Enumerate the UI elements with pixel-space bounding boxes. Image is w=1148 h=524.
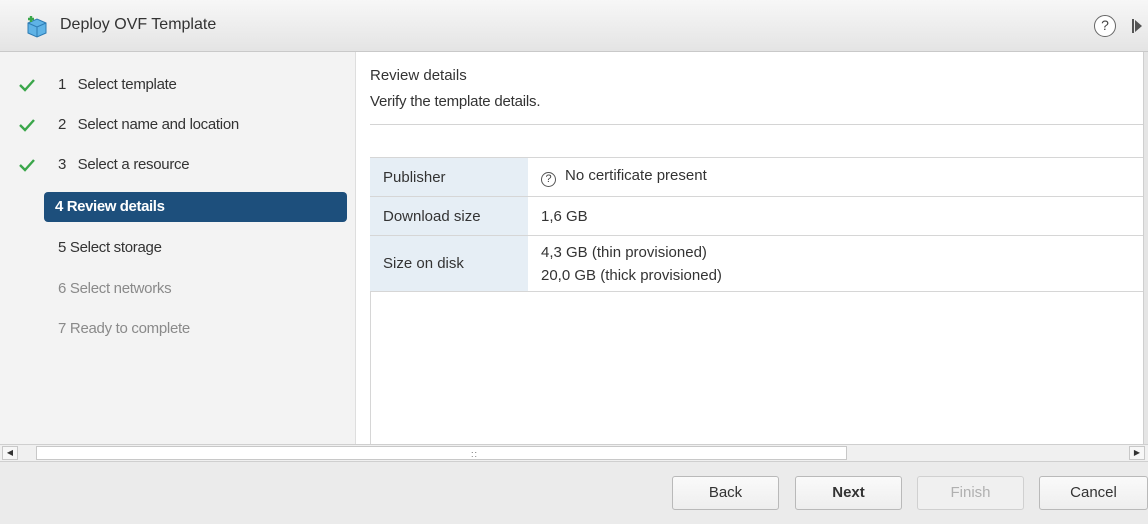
- next-button[interactable]: Next: [795, 476, 902, 510]
- scrollbar-thumb[interactable]: ::: [36, 446, 847, 460]
- step-label: 1 Select template: [58, 76, 177, 93]
- step-select-name-location[interactable]: 2 Select name and location: [0, 112, 356, 140]
- step-label: 5 Select storage: [58, 239, 162, 256]
- deploy-template-icon: [27, 16, 47, 38]
- divider: [370, 124, 1148, 125]
- step-review-details[interactable]: 4 Review details: [44, 192, 347, 222]
- step-select-resource[interactable]: 3 Select a resource: [0, 152, 356, 180]
- size-on-disk-key: Size on disk: [370, 235, 528, 292]
- step-label: 3 Select a resource: [58, 156, 190, 173]
- back-button[interactable]: Back: [672, 476, 779, 510]
- cancel-button[interactable]: Cancel: [1039, 476, 1148, 510]
- step-label: 6 Select networks: [58, 280, 172, 297]
- thick-provisioned-size: 20,0 GB (thick provisioned): [541, 266, 722, 284]
- download-size-value: 1,6 GB: [528, 196, 1148, 236]
- thin-provisioned-size: 4,3 GB (thin provisioned): [541, 243, 707, 261]
- help-icon[interactable]: ?: [1094, 15, 1116, 37]
- grip-icon: ::: [471, 449, 479, 459]
- table-row: Publisher ? No certificate present: [370, 157, 1148, 197]
- checkmark-icon: [19, 159, 35, 172]
- finish-button: Finish: [917, 476, 1024, 510]
- step-ready-to-complete: 7 Ready to complete: [0, 316, 356, 344]
- step-select-storage[interactable]: 5 Select storage: [0, 235, 356, 263]
- wizard-steps-sidebar: 1 Select template 2 Select name and loca…: [0, 52, 356, 444]
- checkmark-icon: [19, 119, 35, 132]
- step-select-networks: 6 Select networks: [0, 276, 356, 304]
- size-on-disk-value: 4,3 GB (thin provisioned) 20,0 GB (thick…: [528, 235, 1148, 292]
- page-subtitle: Verify the template details.: [370, 93, 541, 110]
- page-title: Review details: [370, 67, 467, 84]
- collapse-panel-icon[interactable]: [1132, 19, 1142, 33]
- scroll-right-arrow-icon[interactable]: ▶: [1129, 446, 1145, 460]
- table-row: Size on disk 4,3 GB (thin provisioned) 2…: [370, 235, 1148, 292]
- publisher-key: Publisher: [370, 157, 528, 197]
- vertical-scrollbar[interactable]: [1143, 52, 1148, 444]
- step-select-template[interactable]: 1 Select template: [0, 72, 356, 100]
- details-table: Publisher ? No certificate present Downlo…: [370, 157, 1148, 292]
- scroll-left-arrow-icon[interactable]: ◀: [2, 446, 18, 460]
- checkmark-icon: [19, 79, 35, 92]
- dialog-titlebar: Deploy OVF Template ?: [0, 0, 1148, 52]
- dialog-title: Deploy OVF Template: [60, 16, 217, 33]
- review-details-panel: Review details Verify the template detai…: [370, 52, 1148, 444]
- step-label: 7 Ready to complete: [58, 320, 190, 337]
- step-label: 2 Select name and location: [58, 116, 239, 133]
- step-label: 4 Review details: [55, 198, 165, 215]
- horizontal-scrollbar[interactable]: ◀ :: ▶: [0, 444, 1148, 462]
- dialog-footer: Back Next Finish Cancel: [0, 462, 1148, 524]
- question-circle-icon[interactable]: ?: [541, 172, 556, 187]
- publisher-value: ? No certificate present: [528, 157, 1148, 197]
- download-size-key: Download size: [370, 196, 528, 236]
- table-row: Download size 1,6 GB: [370, 196, 1148, 236]
